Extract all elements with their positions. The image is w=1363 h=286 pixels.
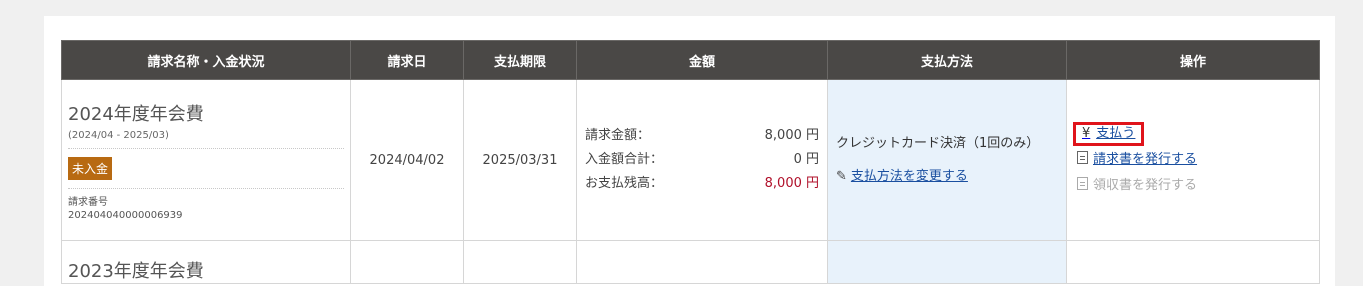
- invoice-number-label: 請求番号: [68, 197, 108, 208]
- payment-method-cell: [827, 240, 1067, 284]
- actions-cell: [1066, 240, 1320, 284]
- due-date: 2025/03/31: [463, 79, 577, 241]
- billed-amount-label: 請求金額：: [585, 128, 651, 143]
- payment-method-cell: クレジットカード決済（1回のみ） ✎ 支払方法を変更する: [827, 79, 1067, 241]
- paid-total-row: 入金額合計： 0 円: [585, 148, 819, 172]
- col-header-actions: 操作: [1066, 40, 1320, 80]
- col-header-name-status: 請求名称・入金状況: [61, 40, 351, 80]
- paid-total-value: 0 円: [793, 152, 819, 167]
- table-row: 2024年度年会費 (2024/04 - 2025/03) 未入金 請求番号 2…: [61, 79, 1320, 241]
- issue-invoice-link[interactable]: 請求書を発行する: [1077, 147, 1309, 173]
- invoice-number-block: 請求番号 202404040000006939: [68, 188, 344, 222]
- payment-method: クレジットカード決済（1回のみ）: [836, 136, 1040, 151]
- balance-row: お支払残高： 8,000 円: [585, 172, 819, 196]
- col-header-invoice-date: 請求日: [350, 40, 464, 80]
- due-date: [463, 240, 577, 284]
- change-payment-label: 支払方法を変更する: [850, 169, 968, 184]
- invoice-number: 202404040000006939: [68, 210, 183, 221]
- balance-label: お支払残高：: [585, 176, 664, 191]
- pencil-icon: ✎: [836, 169, 847, 184]
- col-header-due-date: 支払期限: [463, 40, 577, 80]
- change-payment-link[interactable]: ✎ 支払方法を変更する: [836, 165, 1058, 184]
- balance-value: 8,000 円: [764, 176, 819, 191]
- status-badge: 未入金: [68, 157, 113, 180]
- table-header-row: 請求名称・入金状況 請求日 支払期限 金額 支払方法 操作: [61, 40, 1320, 80]
- invoice-period: (2024/04 - 2025/03): [68, 130, 344, 149]
- paid-total-label: 入金額合計：: [585, 152, 664, 167]
- invoice-date: 2024/04/02: [350, 79, 464, 241]
- invoice-name-cell: 2024年度年会費 (2024/04 - 2025/03) 未入金 請求番号 2…: [61, 79, 351, 241]
- billed-amount-row: 請求金額： 8,000 円: [585, 124, 819, 148]
- yen-icon: ¥: [1082, 126, 1091, 141]
- invoice-title: 2024年度年会費: [68, 104, 204, 125]
- document-icon: [1077, 177, 1088, 190]
- issue-receipt-label: 領収書を発行する: [1093, 178, 1198, 193]
- billed-amount-value: 8,000 円: [764, 128, 819, 143]
- actions-cell: ¥ 支払う 請求書を発行する 領収書を発行する: [1066, 79, 1320, 241]
- invoice-name-cell: 2023年度年会費: [61, 240, 351, 284]
- amount-cell: [576, 240, 828, 284]
- pay-label: 支払う: [1096, 126, 1136, 141]
- issue-receipt-link: 領収書を発行する: [1077, 173, 1309, 199]
- pay-button[interactable]: ¥ 支払う: [1073, 122, 1145, 146]
- amount-cell: 請求金額： 8,000 円 入金額合計： 0 円 お支払残高： 8,000 円: [576, 79, 828, 241]
- invoice-table: 請求名称・入金状況 請求日 支払期限 金額 支払方法 操作 2024年度年会費 …: [61, 40, 1320, 284]
- issue-invoice-label: 請求書を発行する: [1093, 152, 1198, 167]
- invoice-title: 2023年度年会費: [68, 261, 204, 282]
- table-row: 2023年度年会費: [61, 240, 1320, 284]
- col-header-amount: 金額: [576, 40, 828, 80]
- col-header-payment-method: 支払方法: [827, 40, 1067, 80]
- invoice-date: [350, 240, 464, 284]
- document-icon: [1077, 151, 1088, 164]
